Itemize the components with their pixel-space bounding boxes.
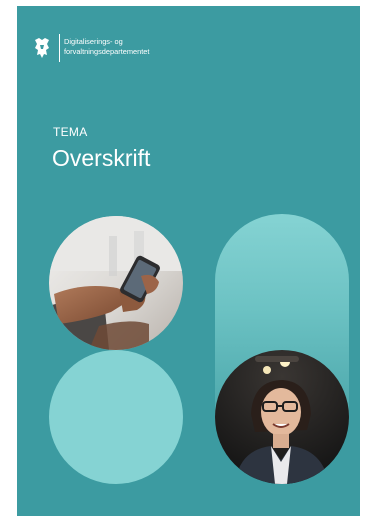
ministry-line-1: Digitaliserings- og: [64, 37, 123, 46]
report-cover: Digitaliserings- og forvaltningsdepartem…: [17, 6, 360, 516]
cover-title: Overskrift: [52, 145, 151, 171]
ministry-line-2: forvaltningsdepartementet: [64, 46, 150, 56]
decorative-circle: [49, 350, 183, 484]
logo-divider: [59, 34, 60, 62]
smiling-woman-looking-up-photo: [215, 350, 349, 484]
cover-kicker: TEMA: [53, 125, 88, 139]
ministry-name: Digitaliserings- og forvaltningsdepartem…: [64, 37, 204, 56]
hands-holding-smartphone-photo: [49, 216, 183, 350]
norwegian-coat-of-arms-icon: [31, 36, 53, 60]
